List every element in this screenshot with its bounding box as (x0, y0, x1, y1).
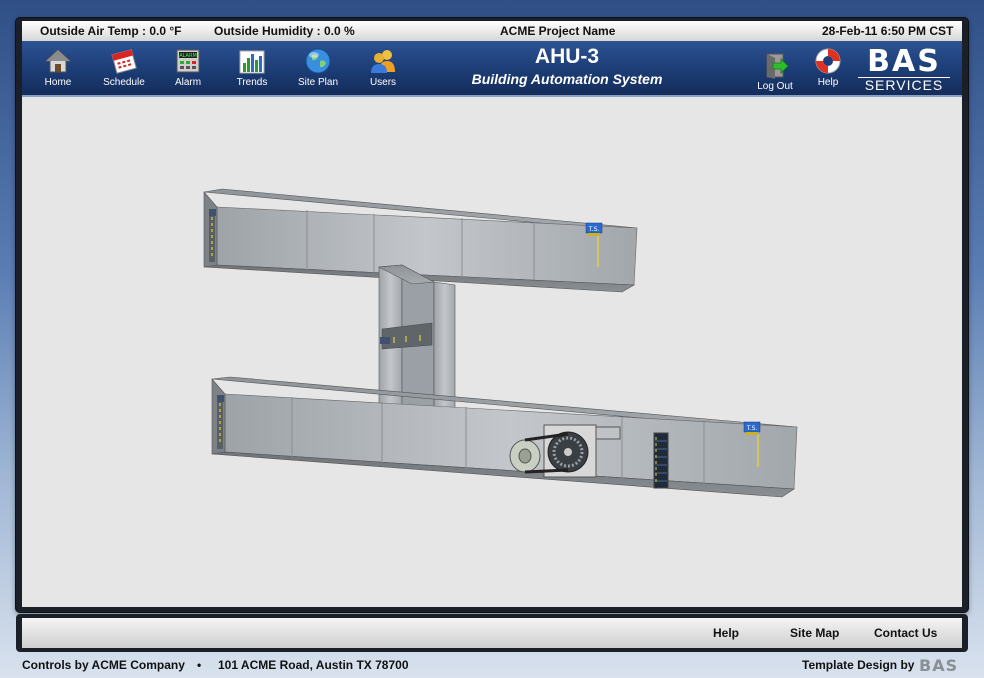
nav-alarm[interactable]: ALARM Alarm (160, 47, 216, 88)
alarm-icon-text: ALARM (179, 53, 197, 59)
outside-air-temp: Outside Air Temp : 0.0 °F (40, 24, 182, 38)
lower-damper-actuator-icon (217, 395, 224, 402)
cooling-coil (653, 432, 669, 489)
upper-damper (209, 209, 216, 262)
nav-trends[interactable]: Trends (224, 47, 280, 88)
riser-ducts (377, 264, 456, 412)
bas-services-logo: BAS SERVICES (858, 44, 950, 93)
nav-help-label: Help (817, 77, 839, 88)
home-icon (44, 49, 72, 73)
logo-bottom-text: SERVICES (858, 77, 950, 93)
nav-schedule-label: Schedule (103, 77, 145, 88)
lower-temp-sensor-label: T.S. (746, 425, 758, 432)
footer-links: Help Site Map Contact Us (22, 618, 962, 648)
nav-site-plan[interactable]: Site Plan (290, 47, 346, 88)
alarm-panel-icon: ALARM (176, 49, 200, 73)
mid-damper-actuator-icon (380, 337, 390, 344)
nav-log-out-label: Log Out (757, 81, 793, 92)
project-name: ACME Project Name (500, 24, 616, 38)
nav-site-plan-label: Site Plan (297, 77, 339, 88)
date-time: 28-Feb-11 6:50 PM CST (822, 24, 954, 38)
nav-home-label: Home (44, 77, 72, 88)
log-out-icon (766, 53, 789, 79)
lower-duct: T.S. (211, 376, 798, 498)
nav-bar: Home Schedule ALARM Alarm Trends Site Pl… (22, 41, 962, 97)
lifebuoy-icon (815, 48, 841, 74)
nav-home[interactable]: Home (30, 47, 86, 88)
bar-chart-icon (239, 50, 265, 74)
nav-users[interactable]: Users (355, 47, 411, 88)
nav-help[interactable]: Help (800, 47, 856, 88)
footer-help-link[interactable]: Help (713, 626, 739, 640)
nav-alarm-label: Alarm (174, 77, 202, 88)
address-text: 101 ACME Road, Austin TX 78700 (218, 658, 409, 672)
globe-icon (305, 48, 331, 74)
calendar-icon (111, 49, 137, 74)
footer-contact-link[interactable]: Contact Us (874, 626, 937, 640)
controls-by-text: Controls by ACME Company (22, 658, 185, 672)
users-icon (371, 50, 395, 73)
ahu-graphic-panel: T.S. T.S. (22, 97, 962, 607)
logo-top-text: BAS (867, 44, 941, 79)
nav-log-out[interactable]: Log Out (747, 51, 803, 92)
footer-site-map-link[interactable]: Site Map (790, 626, 839, 640)
credits-bar: Controls by ACME Company • 101 ACME Road… (0, 656, 984, 678)
page-title-block: AHU-3 Building Automation System (422, 45, 712, 87)
ahu-duct-diagram: T.S. T.S. (203, 188, 798, 498)
status-bar: Outside Air Temp : 0.0 °F Outside Humidi… (22, 21, 962, 41)
outside-humidity: Outside Humidity : 0.0 % (214, 24, 355, 38)
template-logo[interactable]: BAS (919, 656, 958, 675)
page-title: AHU-3 (534, 45, 600, 68)
lower-damper (217, 395, 224, 449)
nav-trends-label: Trends (236, 77, 268, 88)
template-design-text: Template Design by (802, 658, 915, 672)
upper-temp-sensor-label: T.S. (588, 226, 600, 233)
nav-schedule[interactable]: Schedule (96, 47, 152, 88)
page-subtitle: Building Automation System (471, 71, 663, 87)
nav-users-label: Users (369, 77, 397, 88)
damper-actuator-icon (209, 209, 216, 216)
credits-bullet: • (197, 658, 202, 672)
footer-bar: Help Site Map Contact Us (16, 614, 968, 652)
